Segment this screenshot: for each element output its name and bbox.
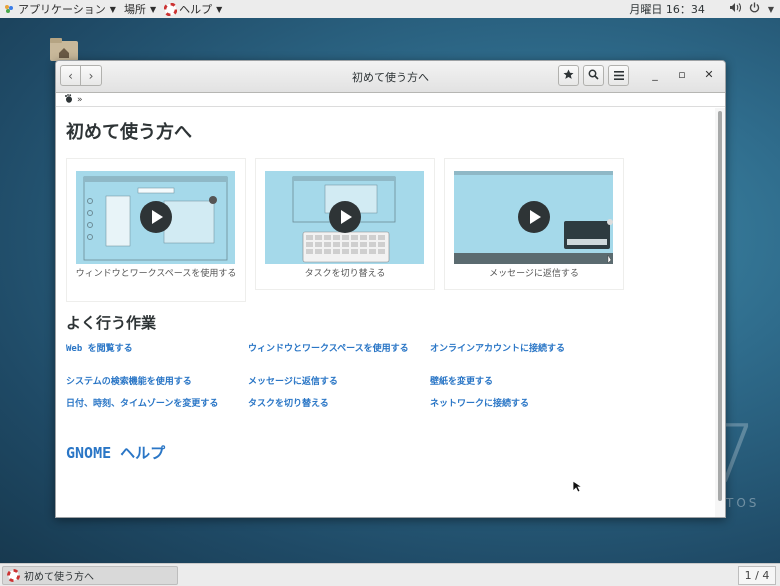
link-network[interactable]: ネットワークに接続する [430, 399, 600, 410]
bottom-panel: 初めて使う方へ 1 / 4 [0, 563, 780, 586]
link-change-wallpaper[interactable]: 壁紙を変更する [430, 377, 600, 388]
minimize-icon: _ [652, 68, 658, 81]
search-button[interactable] [583, 65, 604, 86]
link-search[interactable]: システムの検索機能を使用する [66, 377, 236, 388]
workspace-switcher[interactable]: 1 / 4 [738, 566, 776, 585]
video-caption[interactable]: ウィンドウとワークスペースを使用する [67, 264, 245, 288]
video-caption[interactable]: メッセージに返信する [445, 264, 623, 288]
chevron-down-icon: ▼ [216, 4, 223, 14]
link-online-accounts[interactable]: オンラインアカウントに接続する [430, 344, 600, 355]
scrollbar-thumb[interactable] [718, 111, 722, 501]
link-date-time[interactable]: 日付、時刻、タイムゾーンを変更する [66, 399, 236, 410]
video-card-switch-tasks[interactable]: タスクを切り替える [255, 158, 435, 290]
star-icon [563, 69, 574, 83]
maximize-icon: ▫ [678, 68, 686, 81]
video-card-windows[interactable]: ウィンドウとワークスペースを使用する [66, 158, 246, 302]
close-button[interactable]: ✕ [702, 68, 716, 81]
page-title: 初めて使う方へ [66, 122, 192, 143]
chevron-down-icon: ▼ [149, 4, 157, 14]
minimize-button[interactable]: _ [648, 68, 662, 81]
video-caption[interactable]: タスクを切り替える [256, 264, 434, 288]
hamburger-icon [613, 69, 624, 83]
link-browse-web[interactable]: Web を閲覧する [66, 344, 236, 355]
home-folder-icon [49, 36, 79, 62]
taskbar-item-help[interactable]: 初めて使う方へ [2, 566, 178, 585]
menu-button[interactable] [608, 65, 629, 86]
play-icon[interactable] [518, 201, 550, 233]
places-menu[interactable]: 場所 ▼ [120, 0, 160, 18]
gnome-foot-icon[interactable] [64, 93, 73, 106]
breadcrumb: » [56, 93, 725, 107]
lifebuoy-icon [163, 2, 178, 16]
header-bar: ‹ › 初めて使う方へ _ ▫ ✕ [56, 61, 725, 93]
help-window: ‹ › 初めて使う方へ _ ▫ ✕ » 初めて使う方へ ウィンドウとワークスペー… [55, 60, 726, 518]
lifebuoy-icon [7, 569, 20, 582]
help-content: 初めて使う方へ ウィンドウとワークスペースを使用する タスクを切り替える メッセ… [56, 108, 714, 517]
link-reply-messages[interactable]: メッセージに返信する [248, 377, 418, 388]
close-icon: ✕ [704, 68, 714, 81]
top-panel: アプリケーション ▼ 場所 ▼ ヘルプ ▼ 月曜日 16：34 ▼ [0, 0, 780, 19]
power-icon[interactable] [749, 2, 760, 16]
applications-menu[interactable]: アプリケーション ▼ [0, 0, 120, 18]
gnome-help-link[interactable]: GNOME ヘルプ [66, 442, 165, 463]
link-switch-tasks[interactable]: タスクを切り替える [248, 399, 418, 410]
search-icon [588, 69, 599, 83]
play-icon[interactable] [140, 201, 172, 233]
video-thumbnail [454, 171, 613, 264]
video-card-reply-messages[interactable]: メッセージに返信する [444, 158, 624, 290]
play-icon[interactable] [329, 201, 361, 233]
clock[interactable]: 月曜日 16：34 [629, 1, 705, 17]
taskbar-item-label: 初めて使う方へ [24, 572, 94, 583]
breadcrumb-separator: » [77, 94, 83, 105]
video-thumbnail [76, 171, 235, 264]
volume-icon[interactable] [729, 2, 741, 16]
help-menu[interactable]: ヘルプ ▼ [160, 0, 226, 18]
link-windows-workspaces[interactable]: ウィンドウとワークスペースを使用する [248, 344, 418, 355]
applications-label: アプリケーション [18, 3, 106, 16]
applications-icon [4, 4, 14, 14]
video-thumbnail [265, 171, 424, 264]
wallpaper-text: TOS [726, 496, 760, 510]
chevron-down-icon: ▼ [109, 4, 116, 14]
bookmark-button[interactable] [558, 65, 579, 86]
common-tasks-heading: よく行う作業 [66, 314, 157, 332]
chevron-down-icon[interactable]: ▼ [768, 5, 774, 14]
maximize-button[interactable]: ▫ [675, 68, 689, 81]
places-label: 場所 [123, 3, 146, 16]
mouse-pointer-icon [572, 480, 582, 493]
help-label: ヘルプ [179, 3, 213, 16]
